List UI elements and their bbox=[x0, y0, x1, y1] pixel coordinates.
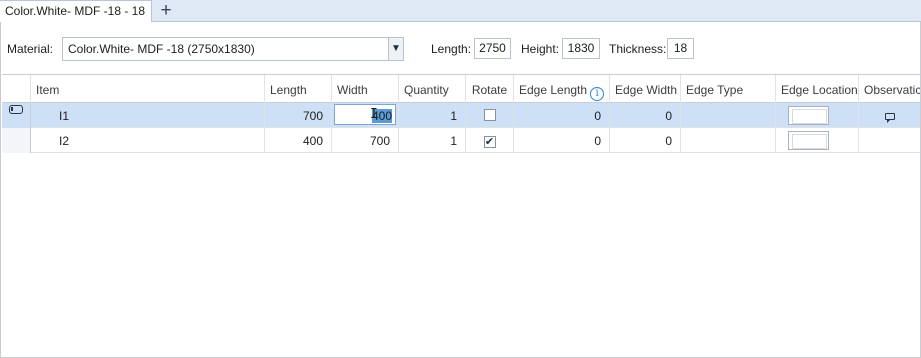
double-chevron-down-icon[interactable]: ▼︎ bbox=[388, 38, 403, 60]
text-cursor-icon: I bbox=[370, 107, 378, 122]
column-header-item[interactable]: Item bbox=[31, 75, 265, 103]
cell-observation[interactable] bbox=[859, 128, 920, 153]
sheet-length-field[interactable]: 2750 bbox=[474, 38, 511, 59]
cell-width[interactable]: 400 I bbox=[332, 103, 399, 128]
sheet-thickness-field[interactable]: 18 bbox=[667, 38, 694, 59]
add-tab-button[interactable]: + bbox=[155, 1, 177, 21]
plus-icon: + bbox=[160, 0, 172, 21]
cell-item[interactable]: I1 bbox=[31, 103, 265, 128]
cell-edge-type[interactable] bbox=[681, 103, 776, 128]
row-header[interactable] bbox=[2, 103, 31, 128]
table-row[interactable]: I2 400 700 1 ✔ 0 0 bbox=[2, 128, 920, 153]
column-header-edge-location[interactable]: Edge Location bbox=[776, 75, 859, 103]
edge-location-icon[interactable] bbox=[788, 106, 829, 125]
cell-width[interactable]: 700 bbox=[332, 128, 399, 153]
material-toolbar: Material: Color.White- MDF -18 (2750x183… bbox=[1, 22, 920, 74]
cell-rotate[interactable] bbox=[466, 103, 514, 128]
table-row[interactable]: I1 700 400 I 1 0 0 bbox=[2, 103, 920, 128]
row-header[interactable] bbox=[2, 128, 31, 153]
column-header-edge-width[interactable]: Edge Width bbox=[610, 75, 681, 103]
cell-edge-length[interactable]: 0 bbox=[514, 103, 610, 128]
column-header-rotate[interactable]: Rotate bbox=[466, 75, 514, 103]
corner-header bbox=[2, 75, 31, 103]
cell-edge-width[interactable]: 0 bbox=[610, 103, 681, 128]
column-header-edge-length[interactable]: Edge Length i bbox=[514, 75, 610, 103]
length-label: Length: bbox=[431, 42, 472, 56]
width-edit-input[interactable]: 400 bbox=[334, 104, 396, 125]
record-indicator-icon bbox=[9, 105, 23, 114]
cell-observation[interactable] bbox=[859, 103, 920, 128]
column-header-edge-type[interactable]: Edge Type bbox=[681, 75, 776, 103]
parts-grid: Item Length Width Quantity Rotate Edge L… bbox=[2, 74, 920, 357]
tab-strip: Color.White- MDF -18 - 18 + bbox=[0, 0, 921, 22]
height-label: Height: bbox=[521, 42, 560, 56]
edge-location-icon[interactable] bbox=[788, 131, 829, 150]
column-header-quantity[interactable]: Quantity bbox=[399, 75, 466, 103]
cell-quantity[interactable]: 1 bbox=[399, 128, 466, 153]
thickness-label: Thickness: bbox=[609, 42, 667, 56]
cell-edge-length[interactable]: 0 bbox=[514, 128, 610, 153]
rotate-checkbox[interactable] bbox=[483, 109, 496, 121]
column-header-width[interactable]: Width bbox=[332, 75, 399, 103]
column-header-observation[interactable]: Observatic bbox=[859, 75, 920, 103]
sheet-height-field[interactable]: 1830 bbox=[562, 38, 600, 59]
tab-label: Color.White- MDF -18 - 18 bbox=[5, 4, 146, 18]
cell-length[interactable]: 700 bbox=[265, 103, 332, 128]
cell-edge-width[interactable]: 0 bbox=[610, 128, 681, 153]
cell-edge-location[interactable] bbox=[776, 128, 859, 153]
cell-edge-location[interactable] bbox=[776, 103, 859, 128]
column-header-length[interactable]: Length bbox=[265, 75, 332, 103]
main-panel: Material: Color.White- MDF -18 (2750x183… bbox=[0, 22, 921, 358]
tab-material[interactable]: Color.White- MDF -18 - 18 bbox=[0, 0, 152, 22]
edge-length-label: Edge Length bbox=[519, 83, 588, 97]
cell-rotate[interactable]: ✔ bbox=[466, 128, 514, 153]
comment-icon[interactable] bbox=[884, 113, 895, 123]
grid-header: Item Length Width Quantity Rotate Edge L… bbox=[2, 75, 920, 103]
material-value: Color.White- MDF -18 (2750x1830) bbox=[68, 42, 255, 56]
rotate-checkbox[interactable]: ✔ bbox=[483, 136, 496, 148]
cell-length[interactable]: 400 bbox=[265, 128, 332, 153]
cell-item[interactable]: I2 bbox=[31, 128, 265, 153]
cell-edge-type[interactable] bbox=[681, 128, 776, 153]
material-combobox[interactable]: Color.White- MDF -18 (2750x1830) ▼︎ bbox=[62, 37, 404, 61]
info-icon[interactable]: i bbox=[590, 87, 605, 101]
cell-quantity[interactable]: 1 bbox=[399, 103, 466, 128]
material-label: Material: bbox=[7, 42, 54, 56]
